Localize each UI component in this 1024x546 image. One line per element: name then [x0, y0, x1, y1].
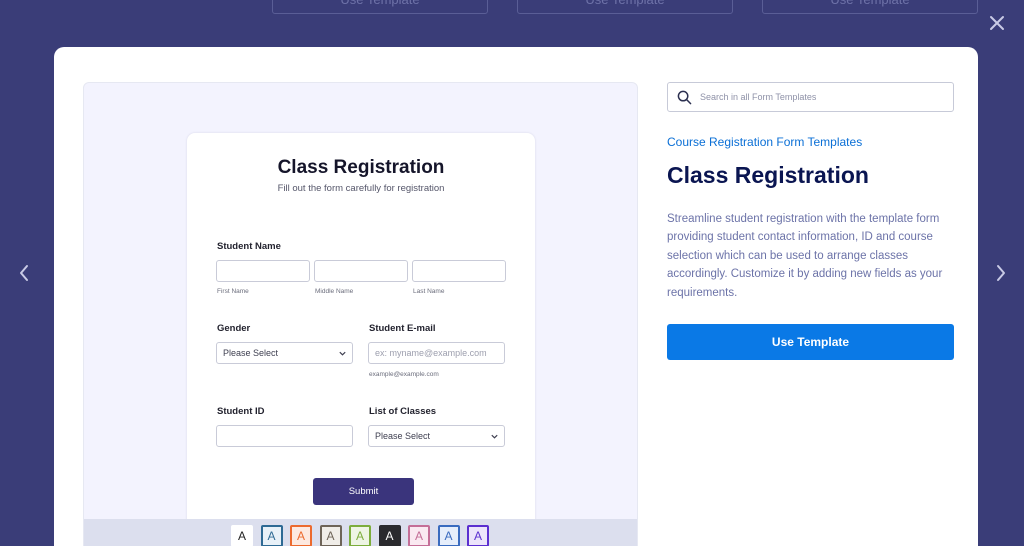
student-email-label: Student E-mail	[369, 323, 436, 334]
template-title: Class Registration	[667, 162, 869, 188]
middle-name-sublabel: Middle Name	[315, 288, 354, 295]
theme-swatch[interactable]: A	[290, 525, 312, 546]
form-title: Class Registration	[277, 157, 445, 178]
gender-label: Gender	[217, 323, 251, 334]
category-link[interactable]: Course Registration Form Templates	[667, 135, 862, 149]
theme-swatch[interactable]: A	[349, 525, 371, 546]
student-id-input[interactable]	[216, 425, 353, 447]
theme-swatch[interactable]: A	[378, 525, 401, 546]
use-template-button[interactable]: Use Template	[667, 324, 954, 360]
previous-template-button[interactable]	[11, 258, 37, 288]
background-use-template-button: Use Template	[517, 0, 733, 14]
list-of-classes-select[interactable]: Please Select	[368, 425, 505, 447]
gender-select-value: Please Select	[223, 348, 279, 358]
student-email-input[interactable]: ex: myname@example.com	[368, 342, 505, 364]
chevron-left-icon	[20, 265, 28, 281]
template-description: Streamline student registration with the…	[667, 213, 943, 299]
last-name-input[interactable]	[412, 260, 506, 282]
list-of-classes-value: Please Select	[375, 431, 431, 441]
theme-selector: AAAAAAAAA	[84, 519, 637, 546]
next-template-button[interactable]	[988, 258, 1014, 288]
template-search-box[interactable]	[667, 82, 954, 112]
student-id-label: Student ID	[217, 406, 265, 417]
student-email-sublabel: example@example.com	[369, 371, 439, 378]
background-use-template-button: Use Template	[762, 0, 978, 14]
background-use-template-button: Use Template	[272, 0, 488, 14]
template-search-input[interactable]	[700, 83, 950, 111]
theme-swatch[interactable]: A	[260, 525, 283, 546]
template-preview-modal: Class Registration Fill out the form car…	[54, 47, 978, 546]
theme-swatch[interactable]: A	[467, 525, 489, 546]
theme-swatch[interactable]: A	[231, 525, 253, 546]
theme-swatch[interactable]: A	[437, 525, 460, 546]
chevron-right-icon	[997, 265, 1005, 281]
middle-name-input[interactable]	[314, 260, 408, 282]
form-subtitle: Fill out the form carefully for registra…	[277, 183, 445, 194]
close-icon	[990, 16, 1004, 30]
student-email-placeholder: ex: myname@example.com	[375, 348, 487, 358]
theme-swatch[interactable]: A	[319, 525, 342, 546]
student-name-label: Student Name	[217, 241, 281, 252]
form-card: Class Registration Fill out the form car…	[187, 133, 535, 533]
last-name-sublabel: Last Name	[413, 288, 445, 295]
close-button[interactable]	[984, 10, 1010, 36]
submit-button[interactable]: Submit	[313, 478, 414, 505]
theme-swatch[interactable]: A	[408, 525, 430, 546]
chevron-down-icon	[339, 351, 346, 356]
list-of-classes-label: List of Classes	[369, 406, 437, 417]
form-preview-pane: Class Registration Fill out the form car…	[83, 82, 638, 546]
gender-select[interactable]: Please Select	[216, 342, 353, 364]
chevron-down-icon	[491, 434, 498, 439]
first-name-sublabel: First Name	[217, 288, 249, 295]
first-name-input[interactable]	[216, 260, 310, 282]
search-icon	[677, 90, 692, 105]
